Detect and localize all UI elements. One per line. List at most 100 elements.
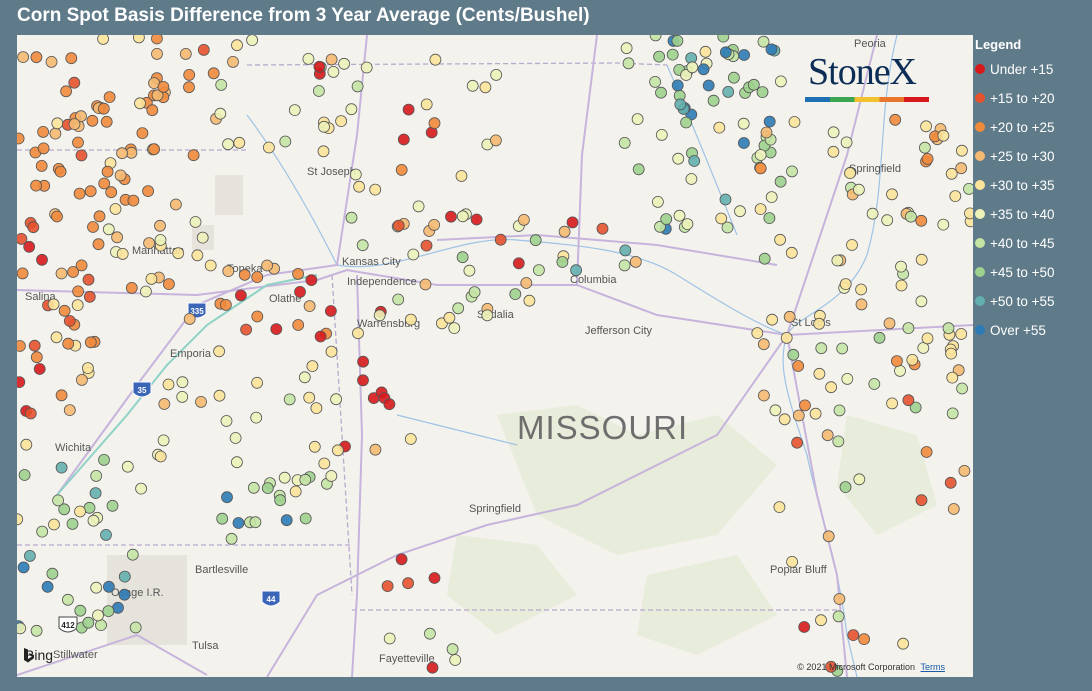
basis-marker[interactable] xyxy=(222,138,235,151)
basis-marker[interactable] xyxy=(787,348,800,361)
basis-marker[interactable] xyxy=(36,525,49,538)
basis-marker[interactable] xyxy=(946,371,959,384)
basis-marker[interactable] xyxy=(129,621,142,634)
basis-marker[interactable] xyxy=(949,190,962,203)
basis-marker[interactable] xyxy=(90,581,103,594)
basis-marker[interactable] xyxy=(92,609,104,622)
basis-marker[interactable] xyxy=(17,622,27,635)
basis-marker[interactable] xyxy=(919,141,931,154)
basis-marker[interactable] xyxy=(230,456,243,469)
basis-marker[interactable] xyxy=(357,374,369,387)
basis-marker[interactable] xyxy=(324,305,337,317)
basis-marker[interactable] xyxy=(791,436,803,449)
basis-marker[interactable] xyxy=(116,147,128,160)
basis-marker[interactable] xyxy=(420,239,433,252)
basis-marker[interactable] xyxy=(36,253,48,266)
basis-marker[interactable] xyxy=(902,322,915,335)
basis-marker[interactable] xyxy=(74,505,86,518)
basis-marker[interactable] xyxy=(63,315,76,327)
legend-item[interactable]: +40 to +45 xyxy=(975,233,1055,253)
basis-marker[interactable] xyxy=(622,57,635,70)
basis-marker[interactable] xyxy=(49,127,62,140)
basis-marker[interactable] xyxy=(20,438,33,451)
basis-marker[interactable] xyxy=(229,432,242,444)
basis-marker[interactable] xyxy=(197,43,210,56)
basis-marker[interactable] xyxy=(294,285,306,298)
basis-marker[interactable] xyxy=(33,363,46,375)
basis-marker[interactable] xyxy=(97,35,109,45)
basis-marker[interactable] xyxy=(87,514,100,527)
basis-marker[interactable] xyxy=(964,207,974,220)
basis-marker[interactable] xyxy=(754,203,767,216)
basis-marker[interactable] xyxy=(715,212,728,225)
basis-marker[interactable] xyxy=(139,285,152,298)
basis-marker[interactable] xyxy=(17,267,29,280)
basis-marker[interactable] xyxy=(157,434,170,447)
basis-marker[interactable] xyxy=(963,183,974,195)
basis-marker[interactable] xyxy=(65,52,78,65)
basis-marker[interactable] xyxy=(331,444,344,457)
basis-marker[interactable] xyxy=(429,53,442,66)
basis-marker[interactable] xyxy=(815,614,827,627)
basis-marker[interactable] xyxy=(751,327,764,340)
basis-marker[interactable] xyxy=(97,102,110,115)
basis-marker[interactable] xyxy=(23,240,36,253)
basis-marker[interactable] xyxy=(146,104,159,117)
basis-marker[interactable] xyxy=(86,114,99,127)
basis-marker[interactable] xyxy=(520,277,533,289)
basis-marker[interactable] xyxy=(632,163,645,176)
basis-marker[interactable] xyxy=(133,35,145,44)
basis-marker[interactable] xyxy=(681,218,694,231)
basis-marker[interactable] xyxy=(717,35,730,43)
basis-marker[interactable] xyxy=(945,167,958,180)
basis-marker[interactable] xyxy=(566,216,579,229)
basis-marker[interactable] xyxy=(685,173,698,185)
basis-marker[interactable] xyxy=(68,76,81,89)
basis-marker[interactable] xyxy=(494,233,507,246)
basis-marker[interactable] xyxy=(62,337,75,350)
basis-marker[interactable] xyxy=(671,35,684,47)
basis-marker[interactable] xyxy=(292,267,305,280)
basis-marker[interactable] xyxy=(46,567,59,580)
basis-marker[interactable] xyxy=(895,260,907,273)
basis-marker[interactable] xyxy=(103,91,116,103)
basis-marker[interactable] xyxy=(187,149,200,162)
basis-marker[interactable] xyxy=(314,330,327,343)
basis-marker[interactable] xyxy=(219,298,232,311)
basis-marker[interactable] xyxy=(891,355,903,368)
basis-marker[interactable] xyxy=(279,135,292,148)
basis-marker[interactable] xyxy=(318,457,331,470)
basis-marker[interactable] xyxy=(72,136,84,149)
basis-marker[interactable] xyxy=(840,136,853,149)
basis-marker[interactable] xyxy=(83,290,96,303)
basis-marker[interactable] xyxy=(915,295,928,308)
basis-marker[interactable] xyxy=(886,397,898,410)
basis-marker[interactable] xyxy=(895,279,908,292)
basis-marker[interactable] xyxy=(889,113,902,126)
basis-marker[interactable] xyxy=(832,435,845,448)
basis-marker[interactable] xyxy=(866,207,879,220)
basis-marker[interactable] xyxy=(335,115,348,127)
basis-marker[interactable] xyxy=(756,86,769,98)
basis-marker[interactable] xyxy=(523,294,536,307)
basis-marker[interactable] xyxy=(54,165,67,178)
basis-marker[interactable] xyxy=(738,49,750,61)
basis-marker[interactable] xyxy=(303,391,316,404)
basis-marker[interactable] xyxy=(318,120,330,133)
basis-marker[interactable] xyxy=(75,259,88,272)
basis-marker[interactable] xyxy=(832,610,845,623)
basis-marker[interactable] xyxy=(183,81,195,94)
basis-marker[interactable] xyxy=(289,485,302,498)
basis-marker[interactable] xyxy=(778,413,791,426)
basis-marker[interactable] xyxy=(292,319,305,331)
basis-marker[interactable] xyxy=(41,580,54,593)
basis-marker[interactable] xyxy=(855,298,868,311)
basis-marker[interactable] xyxy=(17,376,26,388)
basis-marker[interactable] xyxy=(317,145,330,158)
basis-marker[interactable] xyxy=(383,632,396,645)
basis-marker[interactable] xyxy=(195,395,207,408)
basis-marker[interactable] xyxy=(51,117,64,130)
basis-marker[interactable] xyxy=(958,464,971,477)
basis-marker[interactable] xyxy=(833,404,846,417)
basis-marker[interactable] xyxy=(747,78,760,91)
